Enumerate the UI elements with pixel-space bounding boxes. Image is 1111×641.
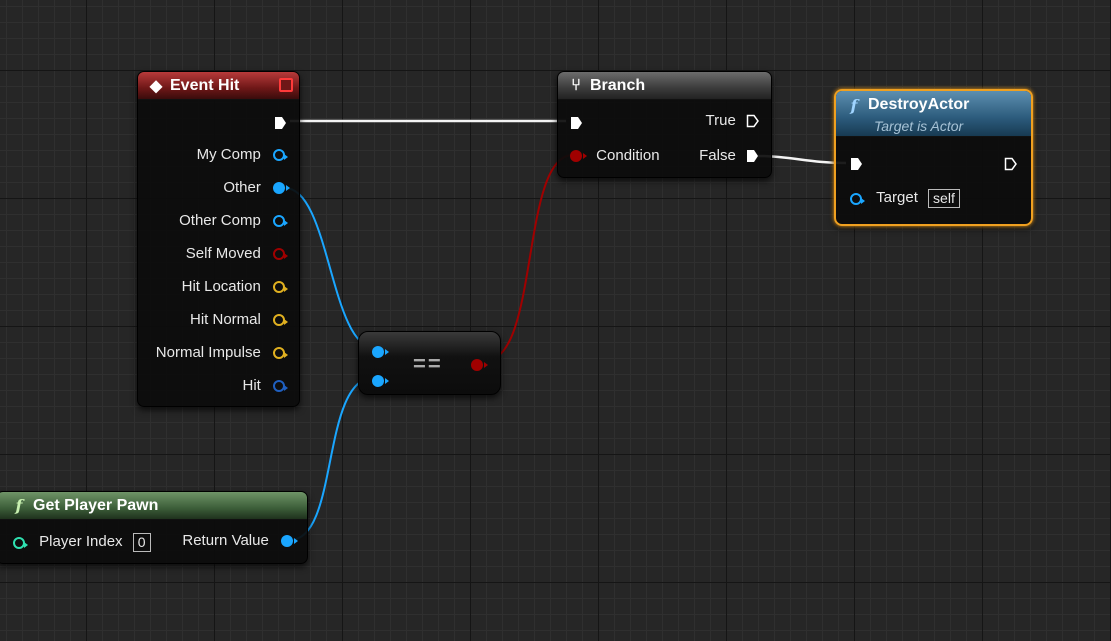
pin-label: Hit xyxy=(242,377,261,394)
object-pin-icon[interactable] xyxy=(372,346,389,359)
pin-hit[interactable]: Hit xyxy=(242,377,288,394)
int-pin-icon[interactable] xyxy=(13,536,28,549)
object-pin-icon[interactable] xyxy=(273,215,288,228)
struct-pin-icon[interactable] xyxy=(273,380,288,393)
branch-icon: ⑂ xyxy=(571,76,581,94)
equals-symbol: == xyxy=(413,351,443,376)
pin-label: Self Moved xyxy=(185,245,261,262)
pin-self-moved[interactable]: Self Moved xyxy=(185,245,288,262)
branch-condition-in[interactable]: Condition xyxy=(570,147,660,164)
exec-out-hollow-icon[interactable] xyxy=(1004,157,1017,171)
branch-true-out[interactable]: True xyxy=(706,112,759,129)
get-player-pawn-title: Get Player Pawn xyxy=(33,496,159,514)
function-icon: f xyxy=(850,96,858,115)
event-exec-out[interactable] xyxy=(274,114,287,131)
destroy-actor-title: DestroyActor xyxy=(868,96,970,113)
target-label: Target xyxy=(876,189,918,207)
destroy-target-in[interactable]: Target self xyxy=(850,189,960,208)
player-index-label: Player Index xyxy=(39,533,123,551)
exec-out-icon[interactable] xyxy=(274,116,287,130)
exec-out-icon[interactable] xyxy=(746,149,759,163)
object-pin-icon[interactable] xyxy=(273,182,290,195)
equals-node[interactable]: == xyxy=(358,331,501,395)
false-label: False xyxy=(699,147,736,164)
event-icon: ◆ xyxy=(149,77,163,95)
bool-pin-icon[interactable] xyxy=(273,248,288,261)
pin-normal-impulse[interactable]: Normal Impulse xyxy=(155,344,288,361)
destroy-actor-header[interactable]: f DestroyActor Target is Actor xyxy=(836,91,1031,137)
true-label: True xyxy=(705,112,736,129)
equals-input-b[interactable] xyxy=(372,372,389,389)
pin-other[interactable]: Other xyxy=(223,179,290,196)
pin-other-comp[interactable]: Other Comp xyxy=(179,212,288,229)
vector-pin-icon[interactable] xyxy=(273,314,288,327)
pin-label: Normal Impulse xyxy=(155,344,261,361)
delegate-pin-icon[interactable] xyxy=(279,78,293,92)
vector-pin-icon[interactable] xyxy=(273,281,288,294)
branch-header[interactable]: ⑂ Branch xyxy=(558,72,771,100)
object-pin-icon[interactable] xyxy=(372,375,389,388)
exec-out-hollow-icon[interactable] xyxy=(746,114,759,128)
return-value-out[interactable]: Return Value xyxy=(182,532,298,549)
event-hit-header[interactable]: ◆ Event Hit xyxy=(138,72,299,100)
equals-input-a[interactable] xyxy=(372,343,389,360)
vector-pin-icon[interactable] xyxy=(273,347,288,360)
branch-node[interactable]: ⑂ Branch True Condition False xyxy=(557,71,772,178)
destroy-actor-node[interactable]: f DestroyActor Target is Actor Target se… xyxy=(834,89,1033,226)
bool-wire-equals-to-condition xyxy=(484,154,574,362)
object-pin-icon[interactable] xyxy=(273,149,288,162)
exec-in-icon[interactable] xyxy=(570,116,583,130)
equals-output[interactable] xyxy=(471,356,488,373)
destroy-exec-out[interactable] xyxy=(1004,155,1017,172)
function-icon: f xyxy=(15,496,23,515)
bool-pin-icon[interactable] xyxy=(570,150,587,163)
branch-false-out[interactable]: False xyxy=(699,147,759,164)
pin-label: Hit Normal xyxy=(189,311,261,328)
object-pin-icon[interactable] xyxy=(850,192,865,205)
player-index-in[interactable]: Player Index 0 xyxy=(13,533,151,552)
destroy-exec-in[interactable] xyxy=(850,155,863,172)
pin-my-comp[interactable]: My Comp xyxy=(196,146,288,163)
destroy-actor-subtitle: Target is Actor xyxy=(874,118,964,134)
player-index-value[interactable]: 0 xyxy=(132,533,151,552)
object-pin-icon[interactable] xyxy=(281,535,298,548)
branch-exec-in[interactable] xyxy=(570,114,583,131)
event-hit-title: Event Hit xyxy=(170,76,240,94)
event-hit-node[interactable]: ◆ Event Hit My Comp Other Other Comp Sel… xyxy=(137,71,300,407)
pin-hit-normal[interactable]: Hit Normal xyxy=(189,311,288,328)
get-player-pawn-header[interactable]: f Get Player Pawn xyxy=(0,492,307,520)
return-value-label: Return Value xyxy=(182,532,269,549)
branch-title: Branch xyxy=(590,76,646,94)
get-player-pawn-node[interactable]: f Get Player Pawn Player Index 0 Return … xyxy=(0,491,308,564)
target-value[interactable]: self xyxy=(928,189,960,208)
bool-pin-icon[interactable] xyxy=(471,359,488,372)
pin-label: Other xyxy=(223,179,261,196)
pin-label: Hit Location xyxy=(181,278,261,295)
pin-label: My Comp xyxy=(196,146,261,163)
pin-hit-location[interactable]: Hit Location xyxy=(181,278,288,295)
pin-label: Other Comp xyxy=(179,212,261,229)
condition-label: Condition xyxy=(596,147,660,164)
exec-in-icon[interactable] xyxy=(850,157,863,171)
